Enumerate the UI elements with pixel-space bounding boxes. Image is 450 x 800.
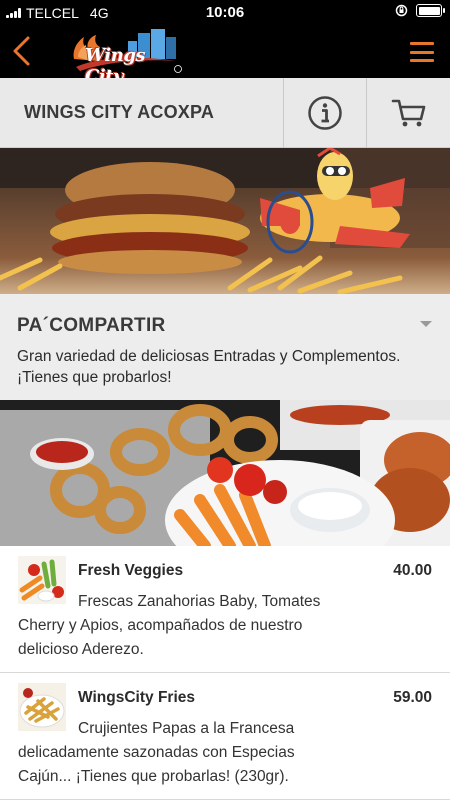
chevron-down-icon xyxy=(420,321,432,327)
battery-icon xyxy=(416,4,445,17)
menu-button[interactable] xyxy=(410,42,434,62)
store-name: WINGS CITY ACOXPA xyxy=(24,102,215,122)
orientation-lock-icon xyxy=(395,4,408,17)
burger-plane-banner-image xyxy=(0,148,450,294)
info-icon xyxy=(308,96,342,130)
category-description: Gran variedad de deliciosas Entradas y C… xyxy=(17,348,401,386)
appetizers-photo xyxy=(0,400,450,546)
category-image xyxy=(0,400,450,546)
menu-item[interactable]: Fresh Veggies 40.00 Frescas Zanahorias B… xyxy=(0,546,450,673)
category-section[interactable]: PA´COMPARTIR Gran variedad de deliciosas… xyxy=(0,294,450,400)
back-button[interactable] xyxy=(8,34,38,68)
hamburger-menu-icon xyxy=(410,42,434,45)
item-name: Fresh Veggies xyxy=(78,562,184,579)
nav-bar: Wings City xyxy=(0,26,450,87)
status-bar: TELCEL 4G 10:06 xyxy=(0,0,450,26)
item-description: Crujientes Papas a la Francesa delicadam… xyxy=(18,720,295,785)
promo-banner xyxy=(0,148,450,294)
cart-icon xyxy=(391,99,425,127)
item-price: 59.00 xyxy=(393,689,432,706)
item-name: WingsCity Fries xyxy=(78,689,195,706)
item-price: 40.00 xyxy=(393,562,432,579)
cart-button[interactable] xyxy=(366,78,450,148)
info-button[interactable] xyxy=(283,78,366,148)
category-title: PA´COMPARTIR xyxy=(17,315,166,336)
store-header: WINGS CITY ACOXPA xyxy=(0,78,450,148)
chevron-left-icon xyxy=(13,36,30,66)
item-description: Frescas Zanahorias Baby, Tomates Cherry … xyxy=(18,593,321,658)
clock: 10:06 xyxy=(205,4,245,21)
menu-item[interactable]: WingsCity Fries 59.00 Crujientes Papas a… xyxy=(0,673,450,800)
brand-logo: Wings City xyxy=(68,27,184,87)
